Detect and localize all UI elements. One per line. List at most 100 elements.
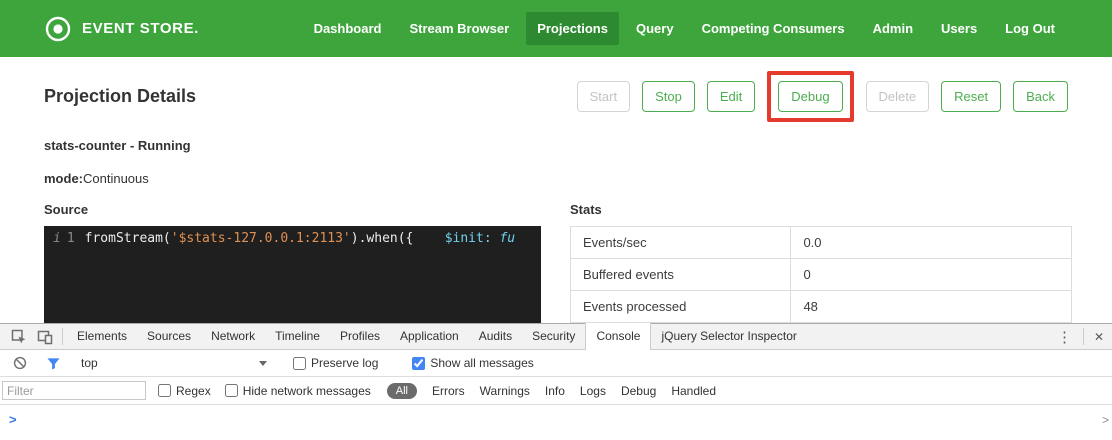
devtools-tab-elements[interactable]: Elements — [67, 324, 137, 349]
devtools-tab-application[interactable]: Application — [390, 324, 469, 349]
debug-button[interactable]: Debug — [778, 81, 842, 112]
source-code-editor[interactable]: i1 fromStream('$stats-127.0.0.1:2113').w… — [44, 226, 541, 336]
back-button[interactable]: Back — [1013, 81, 1068, 112]
level-filter-logs[interactable]: Logs — [580, 384, 606, 398]
devtools-tab-timeline[interactable]: Timeline — [265, 324, 330, 349]
table-row: Events processed 48 — [571, 291, 1072, 323]
devtools-menu-icon[interactable]: ⋮ — [1050, 328, 1079, 346]
nav-item-stream-browser[interactable]: Stream Browser — [398, 12, 520, 45]
line-number: 1 — [67, 231, 75, 246]
devtools-tab-sources[interactable]: Sources — [137, 324, 201, 349]
code-line-1: fromStream('$stats-127.0.0.1:2113').when… — [85, 231, 515, 336]
delete-button[interactable]: Delete — [866, 81, 930, 112]
nav-item-query[interactable]: Query — [625, 12, 685, 45]
inspect-element-icon[interactable] — [6, 329, 32, 345]
table-row: Events/sec 0.0 — [571, 227, 1072, 259]
brand-text: EVENT STORE. — [82, 20, 199, 37]
divider — [62, 328, 63, 345]
devtools-tab-bar: Elements Sources Network Timeline Profil… — [0, 324, 1112, 350]
regex-checkbox[interactable] — [158, 384, 171, 397]
source-column: Source i1 fromStream('$stats-127.0.0.1:2… — [44, 202, 541, 336]
filter-icon[interactable] — [42, 357, 65, 370]
mode-label: mode: — [44, 171, 83, 186]
show-all-messages-checkbox[interactable] — [412, 357, 425, 370]
edit-button[interactable]: Edit — [707, 81, 755, 112]
stat-value: 48 — [791, 291, 1072, 323]
hide-network-messages-label: Hide network messages — [243, 384, 371, 398]
stats-heading: Stats — [570, 202, 1072, 217]
devtools-tab-audits[interactable]: Audits — [469, 324, 522, 349]
console-prompt-icon: > — [9, 412, 17, 427]
level-filter-all[interactable]: All — [387, 383, 417, 399]
stat-label: Events processed — [571, 291, 791, 323]
clear-console-icon[interactable] — [8, 356, 32, 370]
projection-status: stats-counter - Running — [44, 138, 1112, 153]
nav-item-projections[interactable]: Projections — [526, 12, 619, 45]
source-heading: Source — [44, 202, 541, 217]
nav-item-competing-consumers[interactable]: Competing Consumers — [691, 12, 856, 45]
devtools-tab-security[interactable]: Security — [522, 324, 585, 349]
level-filter-warnings[interactable]: Warnings — [480, 384, 530, 398]
console-filter-input[interactable] — [2, 381, 146, 400]
devtools-tab-network[interactable]: Network — [201, 324, 265, 349]
detail-columns: Source i1 fromStream('$stats-127.0.0.1:2… — [44, 202, 1072, 336]
code-seg-plain-1: fromStream( — [85, 231, 171, 246]
gutter-marker: i — [53, 231, 61, 246]
stop-button[interactable]: Stop — [642, 81, 695, 112]
frame-context-selector[interactable]: top — [75, 356, 275, 370]
projection-actions: Start Stop Edit Debug Delete Reset Back — [577, 71, 1068, 122]
device-toolbar-icon[interactable] — [32, 329, 58, 345]
console-level-filters: All Errors Warnings Info Logs Debug Hand… — [387, 383, 716, 399]
reset-button[interactable]: Reset — [941, 81, 1001, 112]
console-filter-row: Regex Hide network messages All Errors W… — [0, 377, 1112, 405]
projection-mode: mode:Continuous — [44, 171, 1112, 186]
page-title: Projection Details — [44, 86, 196, 107]
level-filter-errors[interactable]: Errors — [432, 384, 465, 398]
nav-item-users[interactable]: Users — [930, 12, 988, 45]
table-row: Buffered events 0 — [571, 259, 1072, 291]
code-seg-keyword: $init: — [445, 231, 492, 246]
devtools-tabbar-controls: ⋮ ✕ — [1050, 328, 1112, 346]
preserve-log-toggle[interactable]: Preserve log — [293, 356, 378, 370]
code-seg-plain-2: ).when({ — [351, 231, 445, 246]
debug-highlight-annotation: Debug — [767, 71, 853, 122]
top-navbar: EVENT STORE. Dashboard Stream Browser Pr… — [0, 0, 1112, 57]
devtools-tab-jquery-selector-inspector[interactable]: jQuery Selector Inspector — [651, 324, 806, 349]
scroll-right-icon[interactable]: > — [1102, 413, 1109, 427]
stat-value: 0 — [791, 259, 1072, 291]
stat-label: Events/sec — [571, 227, 791, 259]
hide-network-messages-checkbox[interactable] — [225, 384, 238, 397]
nav-item-admin[interactable]: Admin — [862, 12, 924, 45]
divider — [1083, 328, 1084, 345]
console-prompt-row[interactable]: > > — [0, 405, 1112, 439]
hide-network-messages-toggle[interactable]: Hide network messages — [225, 384, 371, 398]
frame-context-value: top — [81, 356, 98, 370]
title-row: Projection Details Start Stop Edit Debug… — [44, 70, 1068, 122]
nav-item-dashboard[interactable]: Dashboard — [303, 12, 393, 45]
regex-toggle[interactable]: Regex — [158, 384, 211, 398]
level-filter-handled[interactable]: Handled — [671, 384, 716, 398]
mode-value: Continuous — [83, 171, 149, 186]
stats-table: Events/sec 0.0 Buffered events 0 Events … — [570, 226, 1072, 323]
code-seg-keyword-italic: fu — [492, 231, 515, 246]
nav-item-logout[interactable]: Log Out — [994, 12, 1066, 45]
devtools-tab-profiles[interactable]: Profiles — [330, 324, 390, 349]
level-filter-info[interactable]: Info — [545, 384, 565, 398]
regex-label: Regex — [176, 384, 211, 398]
show-all-messages-toggle[interactable]: Show all messages — [412, 356, 533, 370]
eventstore-logo-icon — [44, 15, 72, 43]
level-filter-debug[interactable]: Debug — [621, 384, 656, 398]
start-button[interactable]: Start — [577, 81, 630, 112]
devtools-panel: Elements Sources Network Timeline Profil… — [0, 323, 1112, 440]
preserve-log-label: Preserve log — [311, 356, 378, 370]
code-gutter: i1 — [44, 231, 85, 336]
devtools-tab-console[interactable]: Console — [585, 323, 651, 350]
preserve-log-checkbox[interactable] — [293, 357, 306, 370]
stat-value: 0.0 — [791, 227, 1072, 259]
chevron-down-icon — [259, 361, 267, 366]
devtools-close-icon[interactable]: ✕ — [1088, 330, 1112, 344]
code-seg-string: '$stats-127.0.0.1:2113' — [171, 231, 351, 246]
console-toolbar: top Preserve log Show all messages — [0, 350, 1112, 377]
stats-column: Stats Events/sec 0.0 Buffered events 0 E… — [570, 202, 1072, 336]
brand[interactable]: EVENT STORE. — [44, 15, 199, 43]
